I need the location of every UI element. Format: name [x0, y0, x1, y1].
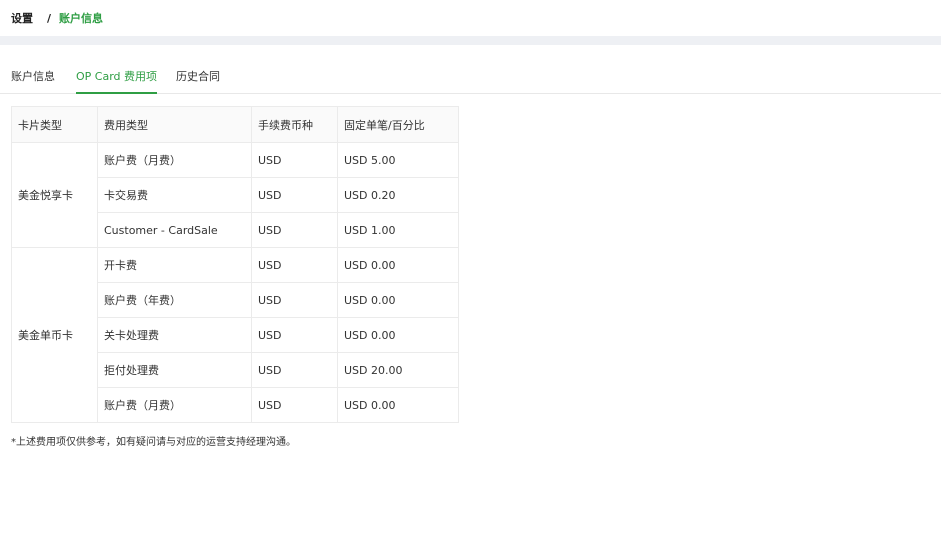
- table-header-row: 卡片类型 费用类型 手续费币种 固定单笔/百分比: [11, 106, 459, 143]
- fee-type-cell: 账户费（月费）: [97, 142, 252, 178]
- disclaimer-note: *上述费用项仅供参考，如有疑问请与对应的运营支持经理沟通。: [11, 437, 296, 448]
- tab-bar: 账户信息 OP Card 费用项 历史合同: [0, 62, 941, 94]
- amount-cell: USD 0.00: [337, 317, 459, 353]
- header-divider-band: [0, 36, 941, 45]
- fee-type-cell: 拒付处理费: [97, 352, 252, 388]
- breadcrumb-current: 账户信息: [59, 12, 104, 25]
- card-type-cell: 美金悦享卡: [11, 142, 98, 248]
- header-fee-currency: 手续费币种: [251, 106, 338, 143]
- table-row: 美金悦享卡 账户费（月费） USD USD 5.00: [11, 142, 459, 248]
- currency-cell: USD: [251, 282, 338, 318]
- table-row: 美金单币卡 开卡费 USD USD 0.00: [11, 247, 459, 423]
- currency-cell: USD: [251, 317, 338, 353]
- fee-type-cell: 关卡处理费: [97, 317, 252, 353]
- amount-cell: USD 20.00: [337, 352, 459, 388]
- tab-account-info[interactable]: 账户信息: [11, 62, 55, 94]
- fee-type-cell: 卡交易费: [97, 177, 252, 213]
- amount-cell: USD 0.00: [337, 247, 459, 283]
- amount-cell: USD 0.00: [337, 387, 459, 423]
- fee-type-cell: Customer - CardSale: [97, 212, 252, 248]
- amount-cell: USD 0.00: [337, 282, 459, 318]
- breadcrumb: 设置 / 账户信息: [11, 10, 103, 26]
- tab-op-card-fees[interactable]: OP Card 费用项: [76, 62, 158, 94]
- amount-cell: USD 5.00: [337, 142, 459, 178]
- breadcrumb-separator: /: [47, 11, 52, 25]
- fee-type-cell: 账户费（年费）: [97, 282, 252, 318]
- header-fixed-or-percent: 固定单笔/百分比: [337, 106, 459, 143]
- breadcrumb-root[interactable]: 设置: [11, 10, 33, 26]
- currency-cell: USD: [251, 247, 338, 283]
- amount-cell: USD 1.00: [337, 212, 459, 248]
- amount-cell: USD 0.20: [337, 177, 459, 213]
- tab-contract-history[interactable]: 历史合同: [176, 62, 220, 94]
- currency-cell: USD: [251, 352, 338, 388]
- fee-table: 卡片类型 费用类型 手续费币种 固定单笔/百分比 美金悦享卡 账户费（月费） U…: [11, 106, 459, 423]
- fee-type-cell: 开卡费: [97, 247, 252, 283]
- currency-cell: USD: [251, 387, 338, 423]
- currency-cell: USD: [251, 142, 338, 178]
- header-card-type: 卡片类型: [11, 106, 98, 143]
- header-fee-type: 费用类型: [97, 106, 252, 143]
- currency-cell: USD: [251, 212, 338, 248]
- card-type-cell: 美金单币卡: [11, 247, 98, 423]
- currency-cell: USD: [251, 177, 338, 213]
- fee-type-cell: 账户费（月费）: [97, 387, 252, 423]
